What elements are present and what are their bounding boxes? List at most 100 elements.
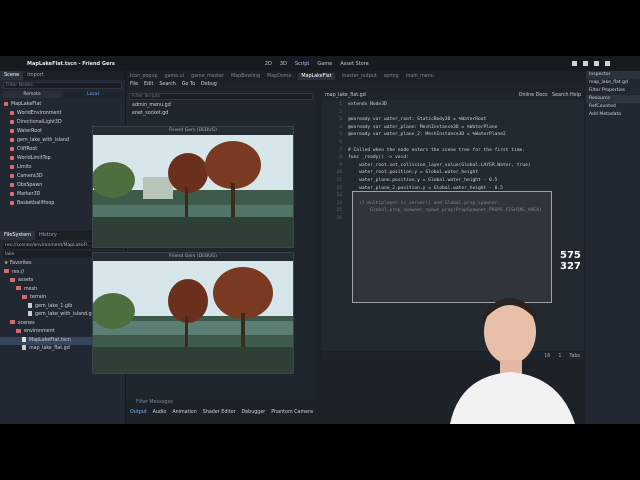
- tab-filesystem[interactable]: FileSystem: [0, 231, 36, 240]
- filter-scripts-input[interactable]: Filter Scripts: [129, 93, 313, 100]
- letterbox-bottom: [0, 424, 640, 480]
- game-viewport: [93, 135, 293, 247]
- list-item[interactable]: admin_menu.gd: [126, 102, 316, 110]
- workspace-game[interactable]: Game: [317, 61, 332, 67]
- code-line[interactable]: 8 func _ready() -> void:: [322, 154, 584, 162]
- line-number: 1: [339, 102, 342, 107]
- workspace-asset-store[interactable]: Asset Store: [340, 61, 368, 67]
- code-text: # Called when the node enters the scene …: [348, 147, 526, 153]
- filter-nodes-input[interactable]: Filter Nodes: [3, 82, 122, 89]
- node3d-icon: [10, 155, 14, 160]
- tab-animation[interactable]: Animation: [172, 410, 196, 415]
- stop-icon[interactable]: [594, 61, 599, 66]
- menu-search[interactable]: Search: [159, 82, 175, 91]
- workspace-2d[interactable]: 2D: [265, 61, 272, 67]
- resource-section[interactable]: Resource: [586, 95, 640, 103]
- online-docs-link[interactable]: Online Docs: [519, 93, 548, 98]
- workspace-switcher: 2D 3D Script Game Asset Store: [265, 61, 369, 67]
- tab-script[interactable]: game.ui: [165, 74, 185, 79]
- line-number: 14: [336, 200, 342, 206]
- line-number: 13: [336, 193, 342, 199]
- code-line[interactable]: 4 @onready var water_plane: MeshInstance3…: [322, 124, 584, 132]
- line-number: 7: [339, 147, 342, 153]
- tab-script[interactable]: master_output: [342, 74, 377, 79]
- code-line[interactable]: 6: [322, 139, 584, 147]
- line-number: 9: [339, 162, 342, 168]
- line-number: 3: [339, 117, 342, 123]
- line-number: 12: [336, 185, 342, 191]
- tab-history[interactable]: History: [35, 231, 61, 240]
- webcam-overlay: [450, 298, 575, 424]
- line-number: 10: [336, 170, 342, 176]
- line-number: 6: [339, 139, 342, 145]
- menu-edit[interactable]: Edit: [144, 82, 153, 91]
- folder-icon: [16, 286, 21, 290]
- file-icon: [28, 311, 32, 316]
- refcounted-section[interactable]: RefCounted: [586, 103, 640, 111]
- editor-header: map_lake_flat.gd Online Docs Search Help: [322, 91, 584, 100]
- tab-script[interactable]: main_menu: [406, 74, 434, 79]
- tab-inspector[interactable]: Inspector: [586, 71, 640, 79]
- menu-debug[interactable]: Debug: [201, 82, 217, 91]
- tab-output[interactable]: Output: [130, 410, 147, 415]
- movie-icon[interactable]: [605, 61, 610, 66]
- filter-properties-input[interactable]: Filter Properties: [586, 87, 640, 95]
- tab-script[interactable]: game_master: [191, 74, 224, 79]
- light-icon: [10, 119, 14, 124]
- search-help-link[interactable]: Search Help: [552, 93, 581, 98]
- tab-phantom-camera[interactable]: Phantom Camera: [271, 410, 313, 415]
- code-line[interactable]: 7 # Called when the node enters the scene…: [322, 147, 584, 155]
- node3d-icon: [10, 182, 14, 187]
- node3d-icon: [4, 101, 8, 106]
- node3d-icon: [10, 128, 14, 133]
- menu-goto[interactable]: Go To: [182, 82, 195, 91]
- tree-node[interactable]: WorldEnvironment: [4, 109, 125, 118]
- tab-debugger[interactable]: Debugger: [242, 410, 266, 415]
- workspace-script[interactable]: Script: [295, 61, 310, 67]
- folder-icon: [10, 320, 15, 324]
- code-text: @onready var water_plane_2: MeshInstance…: [348, 132, 506, 138]
- folder-icon: [4, 269, 9, 273]
- game-window[interactable]: Friend Gers (DEBUG): [92, 126, 294, 248]
- tree-node[interactable]: MapLakeFlat: [4, 100, 125, 109]
- code-line[interactable]: 1 extends Node3D: [322, 101, 584, 109]
- code-line[interactable]: 5 @onready var water_plane_2: MeshInstanc…: [322, 131, 584, 139]
- folder-icon: [16, 328, 21, 333]
- node3d-icon: [10, 200, 14, 205]
- list-item[interactable]: enet_socket.gd: [126, 110, 316, 118]
- tab-script[interactable]: Icon_popup: [130, 74, 158, 79]
- code-line[interactable]: 3 @onready var water_root: StaticBody3D =…: [322, 116, 584, 124]
- script-filename: map_lake_flat.gd: [325, 93, 366, 98]
- line-number: 5: [339, 132, 342, 138]
- remote-button[interactable]: Remote: [3, 91, 61, 98]
- run-controls: [572, 61, 610, 66]
- node3d-icon: [10, 146, 14, 151]
- pause-icon[interactable]: [583, 61, 588, 66]
- tab-scene[interactable]: Scene: [0, 71, 24, 80]
- tab-script[interactable]: spring: [384, 74, 399, 79]
- marker-icon: [10, 191, 14, 196]
- window-title: MapLakeFlat.tscn - Friend Gers: [27, 60, 115, 67]
- game-window[interactable]: Friend Gers (DEBUG): [92, 252, 294, 374]
- code-line[interactable]: 2: [322, 109, 584, 117]
- tab-script[interactable]: MapDome: [267, 74, 291, 79]
- title-bar: MapLakeFlat.tscn - Friend Gers 2D 3D Scr…: [0, 56, 640, 71]
- filter-messages-input[interactable]: Filter Messages: [136, 400, 173, 405]
- play-icon[interactable]: [572, 61, 577, 66]
- tab-shader-editor[interactable]: Shader Editor: [203, 410, 236, 415]
- workspace-3d[interactable]: 3D: [280, 61, 287, 67]
- tab-script-active[interactable]: MapLakeFlat: [298, 73, 335, 80]
- code-line[interactable]: 10 water_root.position.y = Global.water_…: [322, 169, 584, 177]
- code-text: @onready var water_plane: MeshInstance3D…: [348, 124, 498, 130]
- tab-script[interactable]: MapBowling: [231, 74, 260, 79]
- line-number: 15: [336, 208, 342, 214]
- code-line[interactable]: 11 water_plane.position.y = Global.water…: [322, 177, 584, 185]
- line-number: 4: [339, 124, 342, 130]
- tab-audio[interactable]: Audio: [153, 410, 167, 415]
- menu-file[interactable]: File: [130, 82, 138, 91]
- code-text: @onready var water_root: StaticBody3D = …: [348, 117, 487, 123]
- tab-import[interactable]: Import: [23, 71, 48, 80]
- local-button[interactable]: Local: [64, 91, 122, 98]
- add-metadata-button[interactable]: Add Metadata: [586, 111, 640, 119]
- code-line[interactable]: 9 water_root.set_collision_layer_value(G…: [322, 162, 584, 170]
